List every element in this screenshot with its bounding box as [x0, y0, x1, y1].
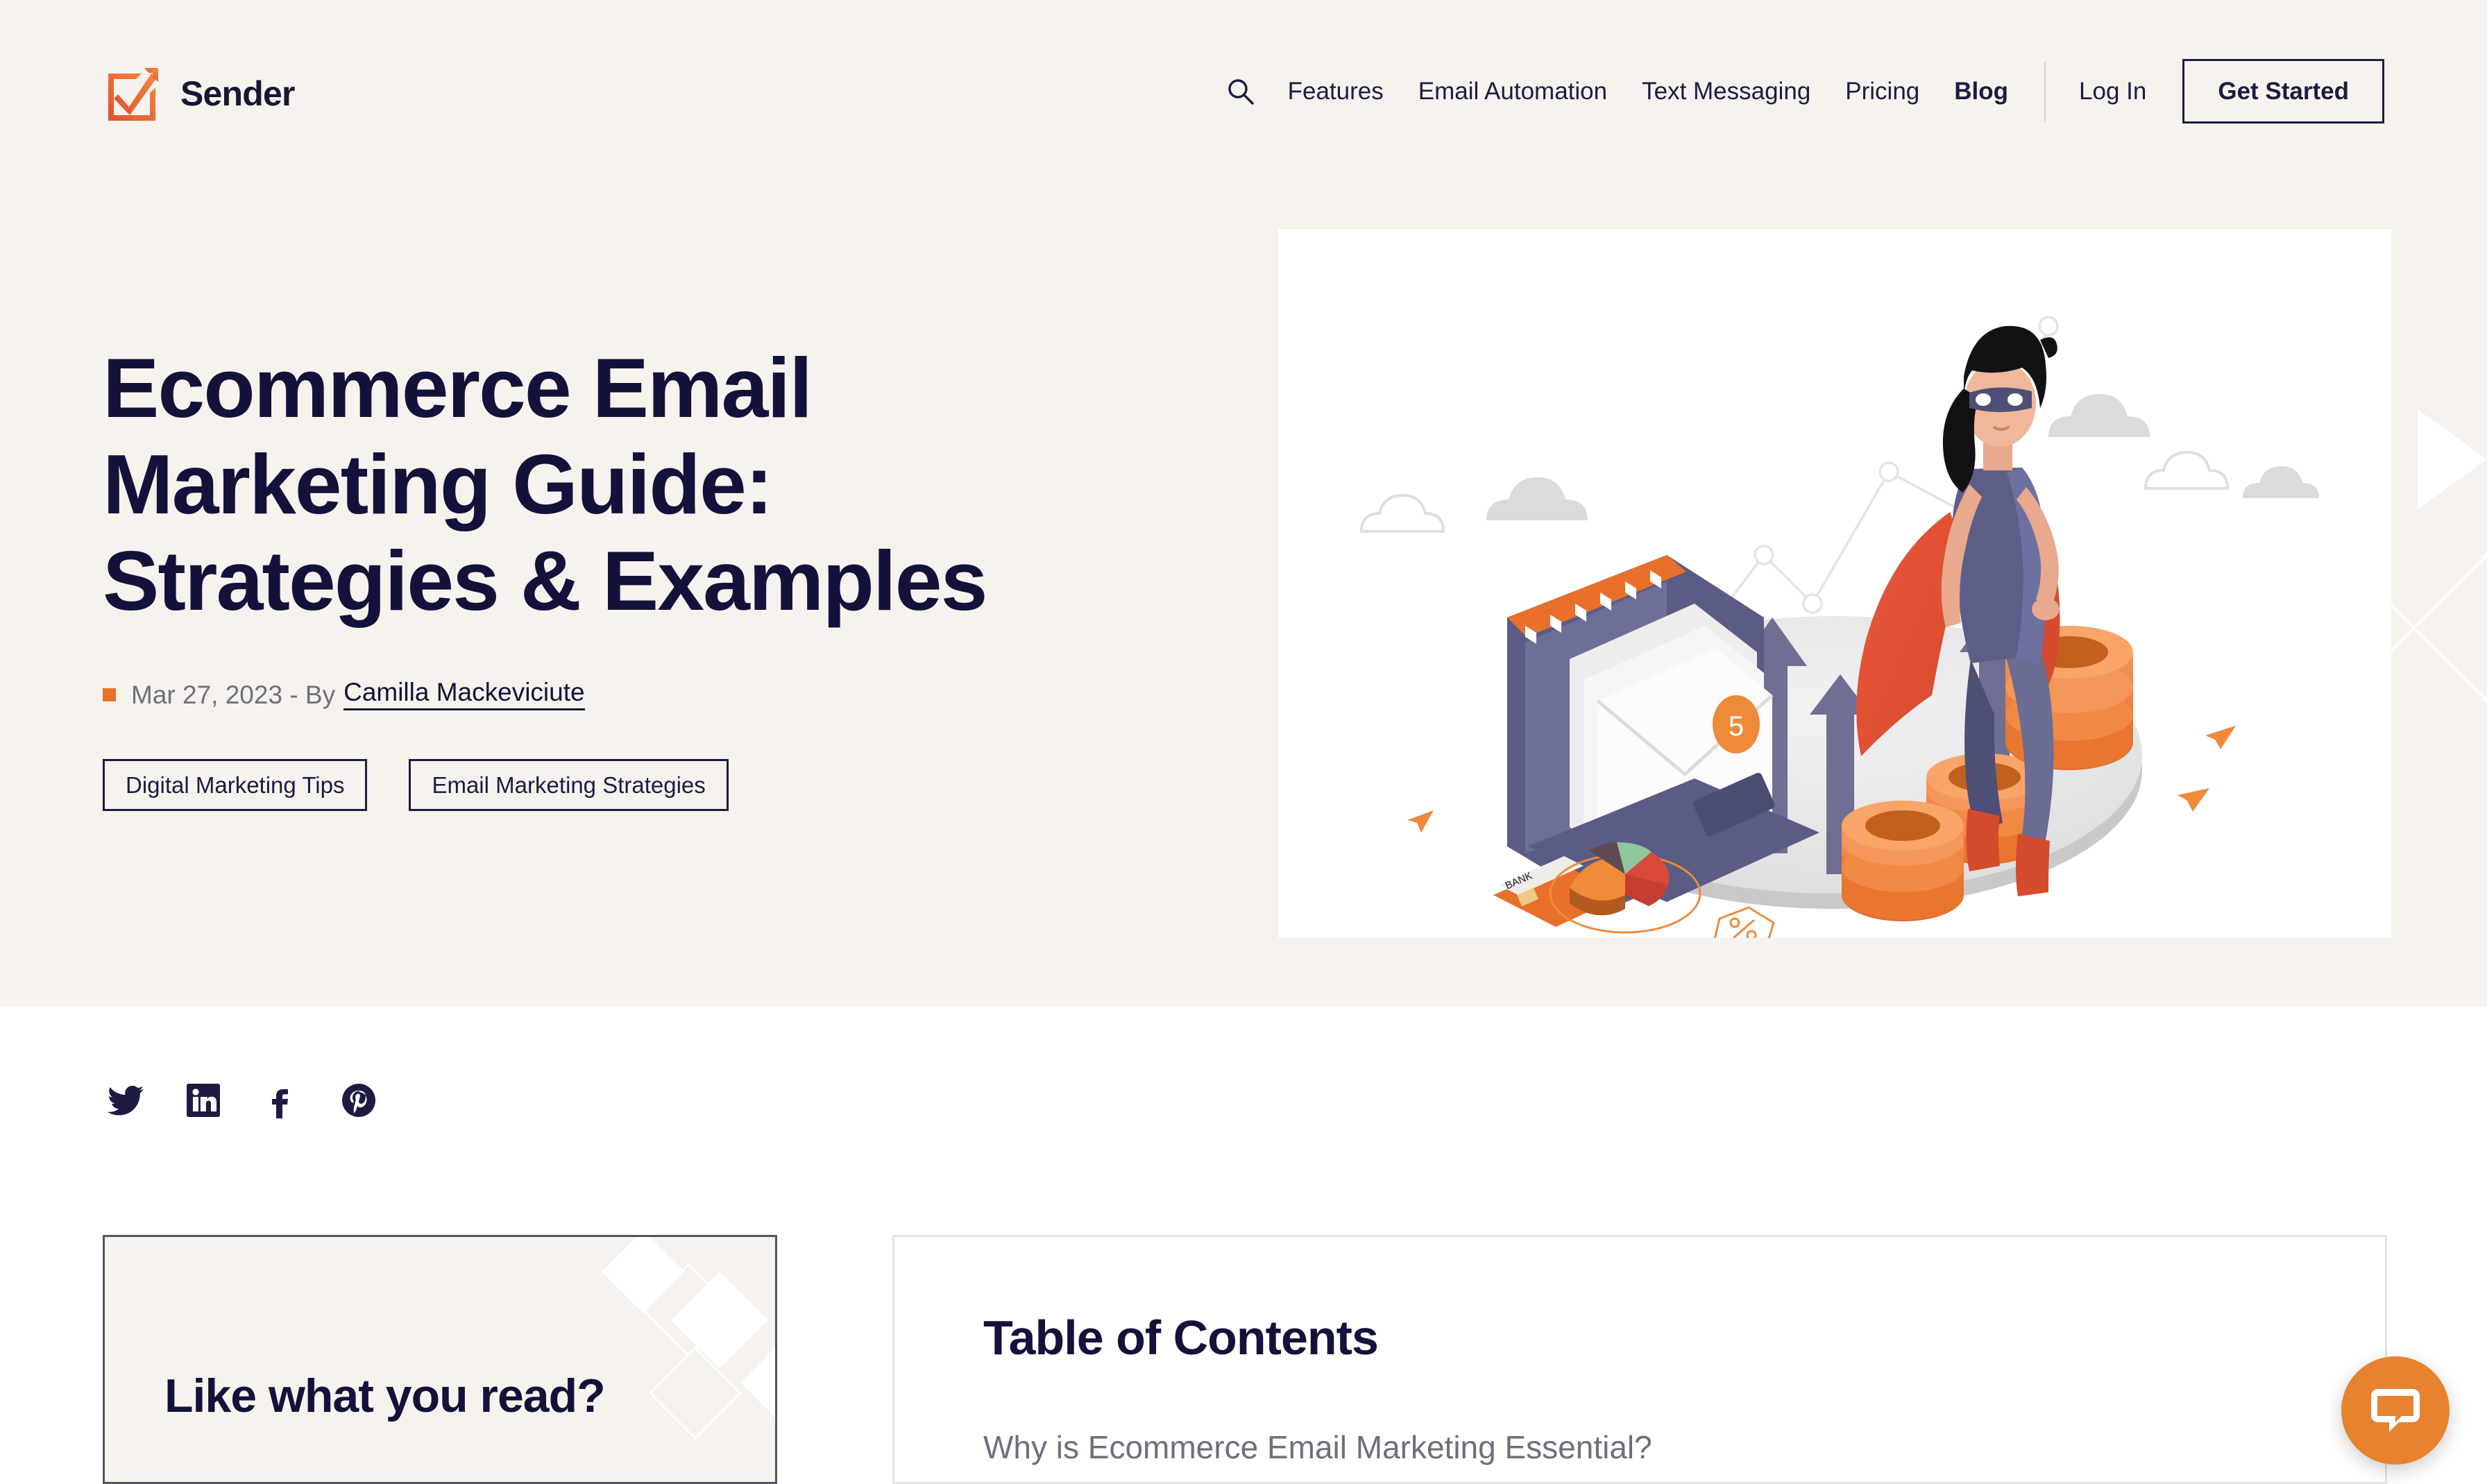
blog-article-page: Sender Features Email Automation Text Me… [0, 0, 2487, 1484]
site-header: Sender Features Email Automation Text Me… [0, 0, 2487, 160]
chat-bubble-icon [2371, 1389, 2420, 1432]
get-started-button[interactable]: Get Started [2182, 59, 2384, 123]
tag-email-marketing-strategies[interactable]: Email Marketing Strategies [409, 759, 729, 812]
nav-item-text-messaging[interactable]: Text Messaging [1642, 79, 1810, 103]
svg-text:5: 5 [1729, 711, 1744, 742]
linkedin-icon[interactable] [185, 1082, 221, 1118]
nav-divider [2044, 61, 2046, 121]
publish-date: Mar 27, 2023 - By [131, 681, 336, 710]
author-link[interactable]: Camilla Mackeviciute [343, 679, 585, 711]
notification-badge: 5 [1713, 695, 1760, 753]
sender-checkbox-arrow-logo-icon [108, 68, 158, 121]
discount-tag-icon [1713, 906, 1775, 938]
nav-item-features[interactable]: Features [1288, 79, 1384, 103]
nav-item-blog[interactable]: Blog [1954, 79, 2008, 103]
toc-item-0[interactable]: Why is Ecommerce Email Marketing Essenti… [983, 1428, 1652, 1468]
hero-content: Ecommerce Email Marketing Guide: Strateg… [103, 340, 1185, 812]
article-tags: Digital Marketing Tips Email Marketing S… [103, 759, 1185, 812]
page-title: Ecommerce Email Marketing Guide: Strateg… [103, 341, 988, 629]
search-icon[interactable] [1225, 76, 1256, 107]
brand-name: Sender [180, 74, 296, 113]
article-byline: Mar 27, 2023 - By Camilla Mackeviciute [103, 679, 1185, 711]
toc-title: Table of Contents [983, 1311, 1379, 1365]
share-buttons [108, 1082, 377, 1118]
newsletter-promo-card[interactable]: Like what you read? [103, 1235, 777, 1484]
brand-logo-link[interactable]: Sender [103, 64, 296, 123]
main-navigation: Features Email Automation Text Messaging… [1225, 59, 2384, 123]
twitter-icon[interactable] [108, 1082, 144, 1118]
nav-item-pricing[interactable]: Pricing [1845, 79, 1919, 103]
nav-item-email-automation[interactable]: Email Automation [1418, 79, 1607, 103]
bullet-square-icon [103, 688, 116, 702]
promo-title: Like what you read? [164, 1370, 606, 1422]
hero-section: Sender Features Email Automation Text Me… [0, 0, 2487, 1007]
hero-image-container: BANK 5 [1278, 229, 2391, 938]
pinterest-icon[interactable] [341, 1082, 377, 1118]
cloud-solid [1486, 394, 2319, 520]
decorative-triangle-right [2418, 409, 2487, 509]
tag-digital-marketing-tips[interactable]: Digital Marketing Tips [103, 759, 368, 812]
live-chat-button[interactable] [2341, 1356, 2450, 1465]
login-link[interactable]: Log In [2079, 79, 2146, 103]
superhero-ecommerce-email-illustration-icon: BANK 5 [1359, 316, 2319, 938]
diamond-pattern-decoration [602, 1237, 775, 1440]
facebook-icon[interactable] [263, 1082, 299, 1118]
table-of-contents-panel: Table of Contents Why is Ecommerce Email… [892, 1235, 2387, 1484]
